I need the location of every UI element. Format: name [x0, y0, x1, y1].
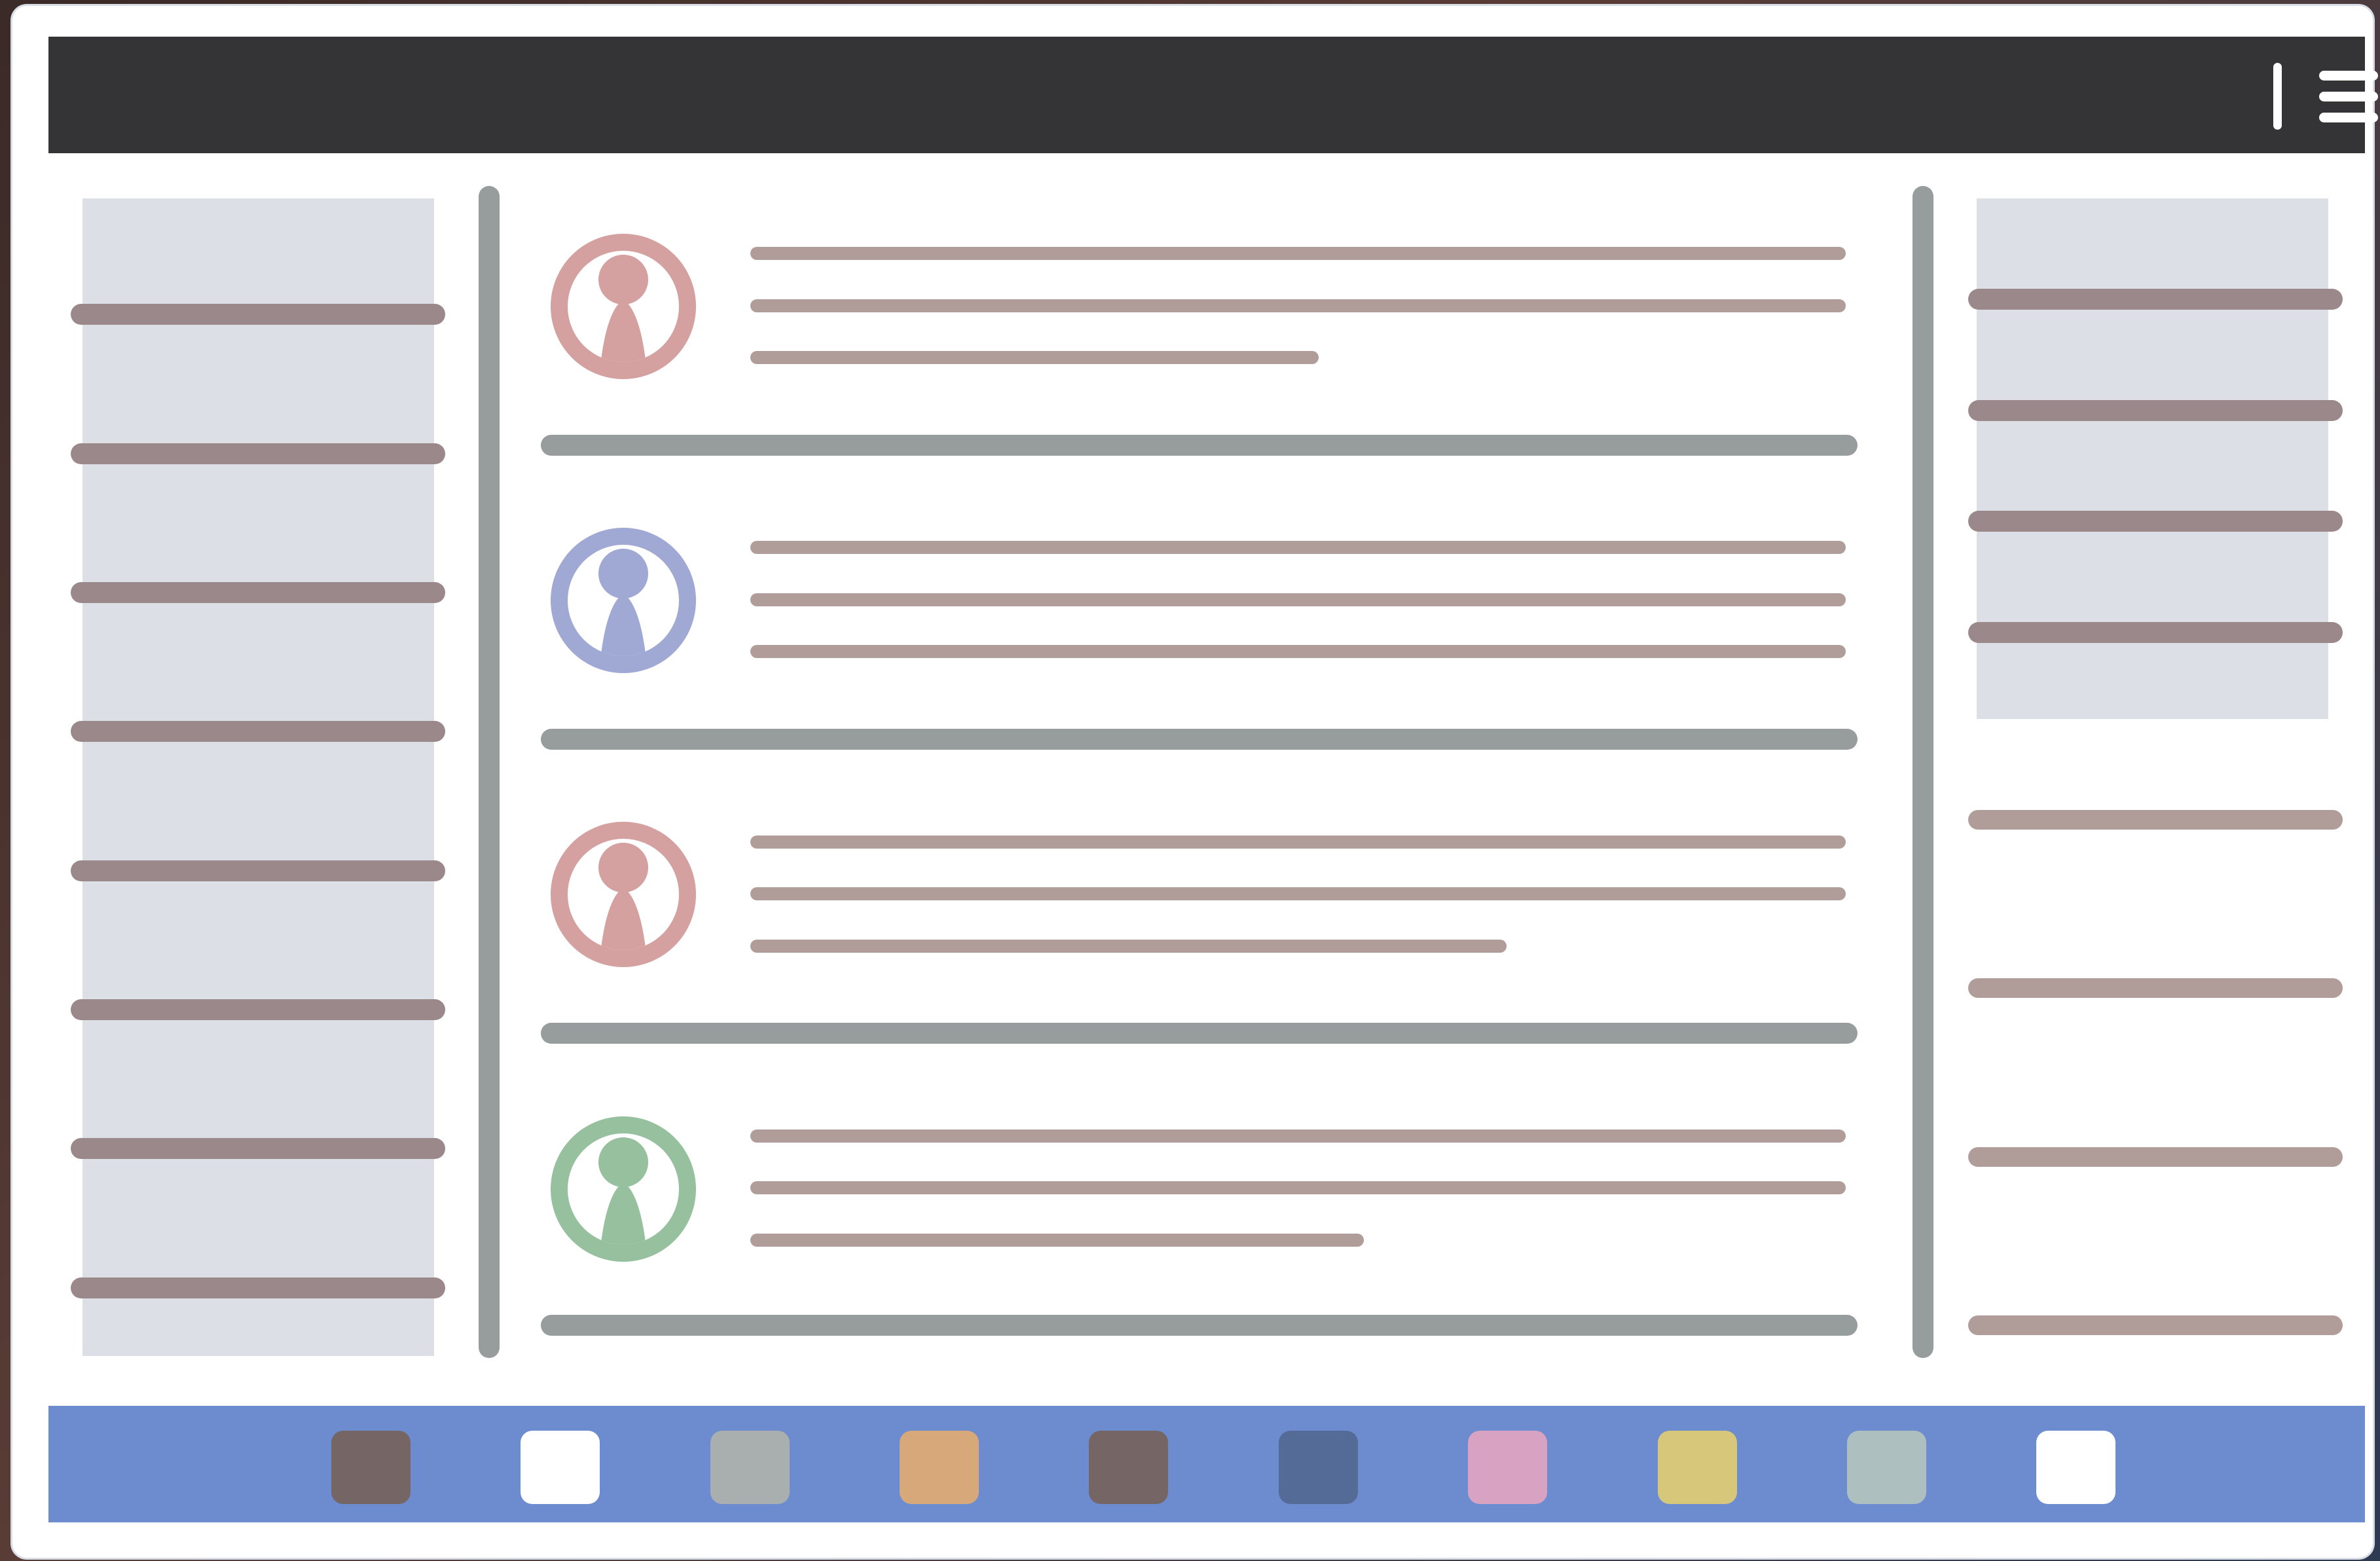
- left-column-divider[interactable]: [479, 186, 500, 1358]
- right-sidebar-item-3[interactable]: [1968, 511, 2343, 532]
- right-sidebar-item-4[interactable]: [1968, 622, 2343, 643]
- user-avatar-icon[interactable]: [551, 822, 696, 967]
- right-sidebar-item-1[interactable]: [1968, 289, 2343, 310]
- post-4-line-1: [750, 1129, 1846, 1143]
- right-sidebar-item-2[interactable]: [1968, 400, 2343, 421]
- post-4-separator: [541, 1315, 1858, 1336]
- post-2-line-3: [750, 645, 1846, 658]
- post-3-line-1: [750, 836, 1846, 849]
- post-1-line-3: [750, 351, 1319, 364]
- sidebar-item-4[interactable]: [71, 721, 445, 742]
- app-icon[interactable]: [331, 1431, 411, 1504]
- app-icon[interactable]: [1468, 1431, 1547, 1504]
- user-avatar-icon[interactable]: [551, 528, 696, 673]
- top-bar: [48, 37, 2378, 153]
- post-1-line-1: [750, 247, 1846, 260]
- app-icon[interactable]: [1658, 1431, 1737, 1504]
- avatar-3-svg: [551, 822, 696, 967]
- left-sidebar: [82, 198, 434, 1356]
- text-cursor-icon: [2273, 63, 2282, 130]
- post-1-line-2: [750, 299, 1846, 312]
- app-icon[interactable]: [1279, 1431, 1358, 1504]
- app-icon[interactable]: [710, 1431, 790, 1504]
- user-avatar-icon[interactable]: [551, 234, 696, 379]
- app-icon[interactable]: [1089, 1431, 1168, 1504]
- app-icon[interactable]: [521, 1431, 600, 1504]
- sidebar-item-7[interactable]: [71, 1138, 445, 1159]
- app-dock: [48, 1406, 2365, 1522]
- app-icon[interactable]: [2036, 1431, 2115, 1504]
- post-4-line-2: [750, 1181, 1846, 1194]
- sidebar-item-6[interactable]: [71, 999, 445, 1020]
- avatar-2-svg: [551, 528, 696, 673]
- post-3-separator: [541, 1023, 1858, 1044]
- app-icon[interactable]: [1847, 1431, 1926, 1504]
- avatar-4-svg: [551, 1116, 696, 1262]
- post-2-line-1: [750, 541, 1846, 554]
- sidebar-item-5[interactable]: [71, 860, 445, 881]
- post-3-line-2: [750, 887, 1846, 900]
- sidebar-item-3[interactable]: [71, 582, 445, 603]
- post-2-line-2: [750, 593, 1846, 606]
- sidebar-item-8[interactable]: [71, 1277, 445, 1298]
- post-3-line-3: [750, 940, 1507, 953]
- app-icon[interactable]: [900, 1431, 979, 1504]
- right-list-item-2[interactable]: [1968, 978, 2343, 998]
- avatar-1-svg: [551, 234, 696, 379]
- right-column-divider[interactable]: [1913, 186, 1933, 1358]
- right-list-item-1[interactable]: [1968, 810, 2343, 830]
- sidebar-item-2[interactable]: [71, 443, 445, 464]
- hamburger-menu-icon[interactable]: [2319, 71, 2378, 123]
- post-2-separator: [541, 729, 1858, 750]
- right-list-item-4[interactable]: [1968, 1315, 2343, 1335]
- post-1-separator: [541, 435, 1858, 456]
- right-list-item-3[interactable]: [1968, 1147, 2343, 1167]
- user-avatar-icon[interactable]: [551, 1116, 696, 1262]
- sidebar-item-1[interactable]: [71, 304, 445, 325]
- post-4-line-3: [750, 1234, 1364, 1247]
